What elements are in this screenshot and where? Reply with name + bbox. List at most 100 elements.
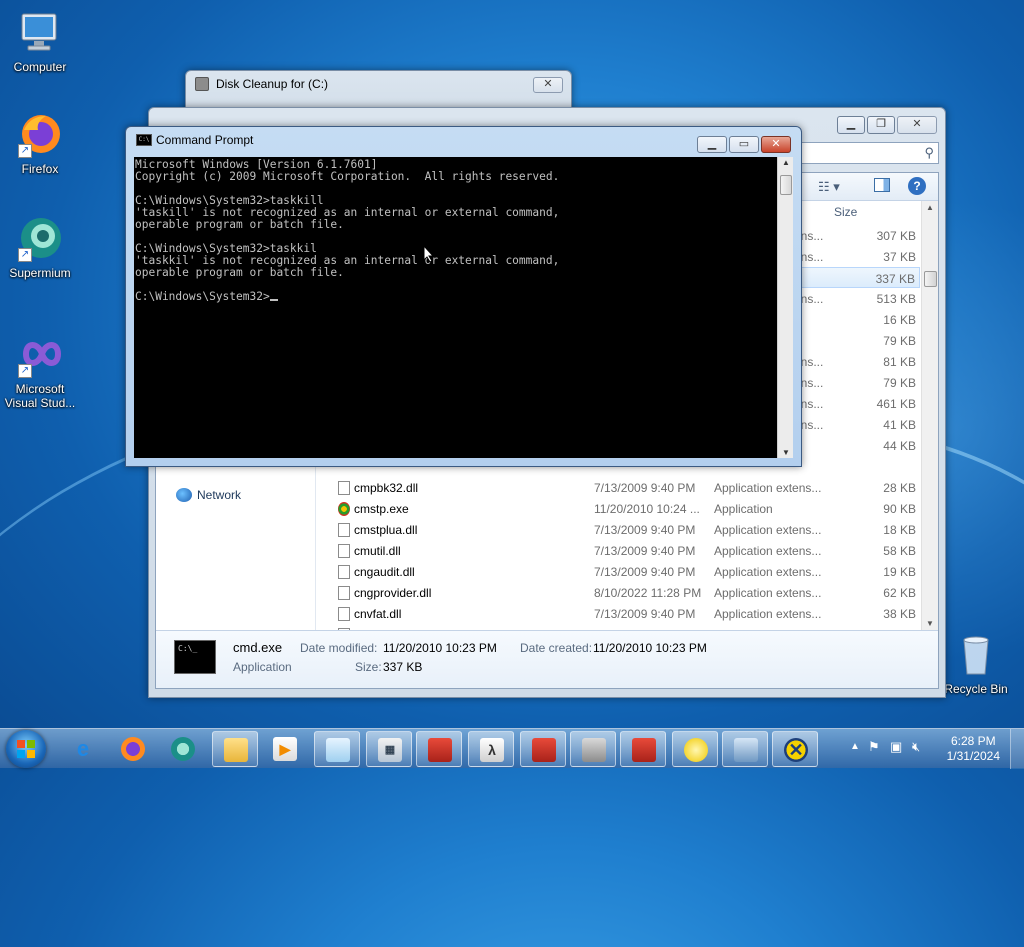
taskbar-toolbox-3[interactable] (620, 731, 666, 767)
system-tray: ▲ ⚑ ▣ 🔇︎ 6:28 PM 1/31/2024 (834, 729, 1024, 769)
scrollbar-thumb[interactable] (780, 175, 792, 195)
taskbar-media-player[interactable]: ▶ (262, 731, 308, 767)
table-row[interactable]: cnvfat.dll 7/13/2009 9:40 PM Application e… (316, 603, 920, 624)
shortcut-arrow-icon: ↗ (18, 364, 32, 378)
desktop-icon-visual-studio[interactable]: ↗ Microsoft Visual Stud... (0, 330, 80, 410)
taskbar-firefox[interactable] (110, 731, 156, 767)
file-type: Application extens... (714, 544, 822, 558)
scroll-down-arrow[interactable]: ▼ (782, 448, 790, 457)
date-created-value: 11/20/2010 10:23 PM (593, 641, 707, 655)
clock-time: 6:28 PM (950, 734, 996, 748)
table-row[interactable]: cngaudit.dll 7/13/2009 9:40 PM Application… (316, 561, 920, 582)
taskbar-lambda-app[interactable]: λ (468, 731, 514, 767)
help-icon[interactable]: ? (908, 177, 926, 195)
file-size: 37 KB (883, 250, 916, 264)
dll-file-icon (338, 607, 350, 621)
action-center-flag-icon[interactable]: ⚑ (868, 739, 880, 755)
taskbar-keyboard[interactable] (722, 731, 768, 767)
file-date: 11/20/2010 10:24 ... (594, 502, 700, 516)
disk-cleanup-titlebar[interactable]: Disk Cleanup for (C:) ✕ (186, 71, 571, 97)
taskbar-disk-cleanup[interactable] (570, 731, 616, 767)
shortcut-arrow-icon: ↗ (18, 144, 32, 158)
scroll-up-arrow[interactable]: ▲ (926, 203, 934, 212)
details-pane: C:\_ cmd.exe Application Date modified: … (156, 630, 938, 688)
file-type: Application extens... (714, 481, 822, 495)
file-name: cmpbk32.dll (354, 481, 419, 495)
file-list-scrollbar[interactable]: ▲ ▼ (921, 201, 938, 630)
computer-icon (16, 8, 64, 56)
command-prompt-window[interactable]: C:\ Command Prompt ▁ ▭ ✕ Microsoft Windo… (125, 126, 802, 467)
desktop-icon-label: Recycle Bin (944, 682, 1008, 696)
minimize-button[interactable]: ▁ (697, 136, 727, 153)
table-row[interactable]: cmpbk32.dll 7/13/2009 9:40 PM Application … (316, 477, 920, 498)
command-prompt-title: Command Prompt (156, 133, 254, 147)
table-row[interactable]: cngprovider.dll 8/10/2022 11:28 PM Applica… (316, 582, 920, 603)
minimize-button[interactable]: ▁ (837, 116, 865, 134)
console-line: operable program or batch file. (135, 218, 344, 231)
preview-pane-icon[interactable] (874, 178, 890, 192)
file-size: 79 KB (883, 334, 916, 348)
file-name: cmstplua.dll (354, 523, 418, 537)
file-size: 19 KB (883, 565, 916, 579)
file-size: 513 KB (876, 292, 916, 306)
firefox-icon (121, 737, 145, 761)
close-button[interactable]: ✕ (897, 116, 937, 134)
show-desktop-button[interactable] (1010, 729, 1024, 769)
taskbar-supermium[interactable] (160, 731, 206, 767)
file-date: 8/10/2022 11:28 PM (594, 586, 702, 600)
start-button[interactable] (6, 730, 46, 768)
view-options-icon[interactable]: ☷ ▾ (818, 179, 840, 195)
column-header-size[interactable]: Size (834, 205, 857, 219)
file-name: cmutil.dll (354, 544, 401, 558)
desktop-icon-firefox[interactable]: ↗ Firefox (0, 110, 80, 176)
disk-cleanup-close-button[interactable]: ✕ (533, 77, 563, 93)
taskbar-notepad[interactable] (314, 731, 360, 767)
maximize-button[interactable]: ❐ (867, 116, 895, 134)
table-row[interactable]: cmutil.dll 7/13/2009 9:40 PM Application e… (316, 540, 920, 561)
x-logo-icon: ✕ (784, 738, 808, 762)
taskbar-toolbox-2[interactable] (520, 731, 566, 767)
disk-cleanup-icon (582, 738, 606, 762)
details-file-name: cmd.exe (233, 640, 283, 655)
file-size: 461 KB (876, 397, 916, 411)
command-prompt-titlebar[interactable]: C:\ Command Prompt ▁ ▭ ✕ (126, 127, 801, 153)
scrollbar-thumb[interactable] (924, 271, 937, 287)
taskbar-x-app[interactable]: ✕ (772, 731, 818, 767)
search-box[interactable]: ⚲ (799, 142, 939, 164)
firefox-icon: ↗ (16, 110, 64, 158)
text-cursor (269, 299, 278, 301)
volume-muted-icon[interactable]: 🔇︎ (912, 739, 920, 755)
size-label: Size: (355, 660, 382, 674)
table-row[interactable]: cmstplua.dll 7/13/2009 9:40 PM Application… (316, 519, 920, 540)
desktop-icon-computer[interactable]: Computer (0, 8, 80, 74)
show-hidden-icons-icon[interactable]: ▲ (850, 741, 860, 752)
dll-file-icon (338, 523, 350, 537)
file-date: 7/13/2009 9:40 PM (594, 544, 696, 558)
clock[interactable]: 6:28 PM 1/31/2024 (947, 734, 1000, 764)
scroll-down-arrow[interactable]: ▼ (926, 619, 934, 628)
desktop-icon-recycle-bin[interactable]: Recycle Bin (936, 630, 1016, 696)
network-status-icon[interactable]: ▣ (890, 739, 902, 755)
scroll-up-arrow[interactable]: ▲ (782, 158, 790, 167)
mouse-pointer-icon (423, 245, 435, 263)
taskbar-internet-explorer[interactable]: e (60, 731, 106, 767)
maximize-button[interactable]: ▭ (729, 136, 759, 153)
keyboard-icon (734, 738, 758, 762)
desktop-icon-label: Computer (13, 60, 67, 74)
taskbar-explorer[interactable] (212, 731, 258, 767)
taskbar-calculator[interactable]: ▦ (366, 731, 412, 767)
file-size: 38 KB (883, 607, 916, 621)
desktop-icon-supermium[interactable]: ↗ Supermium (0, 214, 80, 280)
desktop-icon-label: Firefox (21, 162, 59, 176)
file-size: 307 KB (876, 229, 916, 243)
console-output[interactable]: Microsoft Windows [Version 6.1.7601] Copy… (134, 157, 777, 458)
file-type: Application extens... (714, 607, 822, 621)
taskbar-help-tips[interactable] (672, 731, 718, 767)
taskbar-toolbox-1[interactable] (416, 731, 462, 767)
file-type: Application extens... (714, 565, 822, 579)
close-button[interactable]: ✕ (761, 136, 791, 153)
table-row[interactable]: cmstp.exe 11/20/2010 10:24 ... Application… (316, 498, 920, 519)
file-size: 41 KB (883, 418, 916, 432)
nav-item-label: Network (197, 488, 242, 502)
console-scrollbar[interactable]: ▲ ▼ (777, 157, 793, 458)
